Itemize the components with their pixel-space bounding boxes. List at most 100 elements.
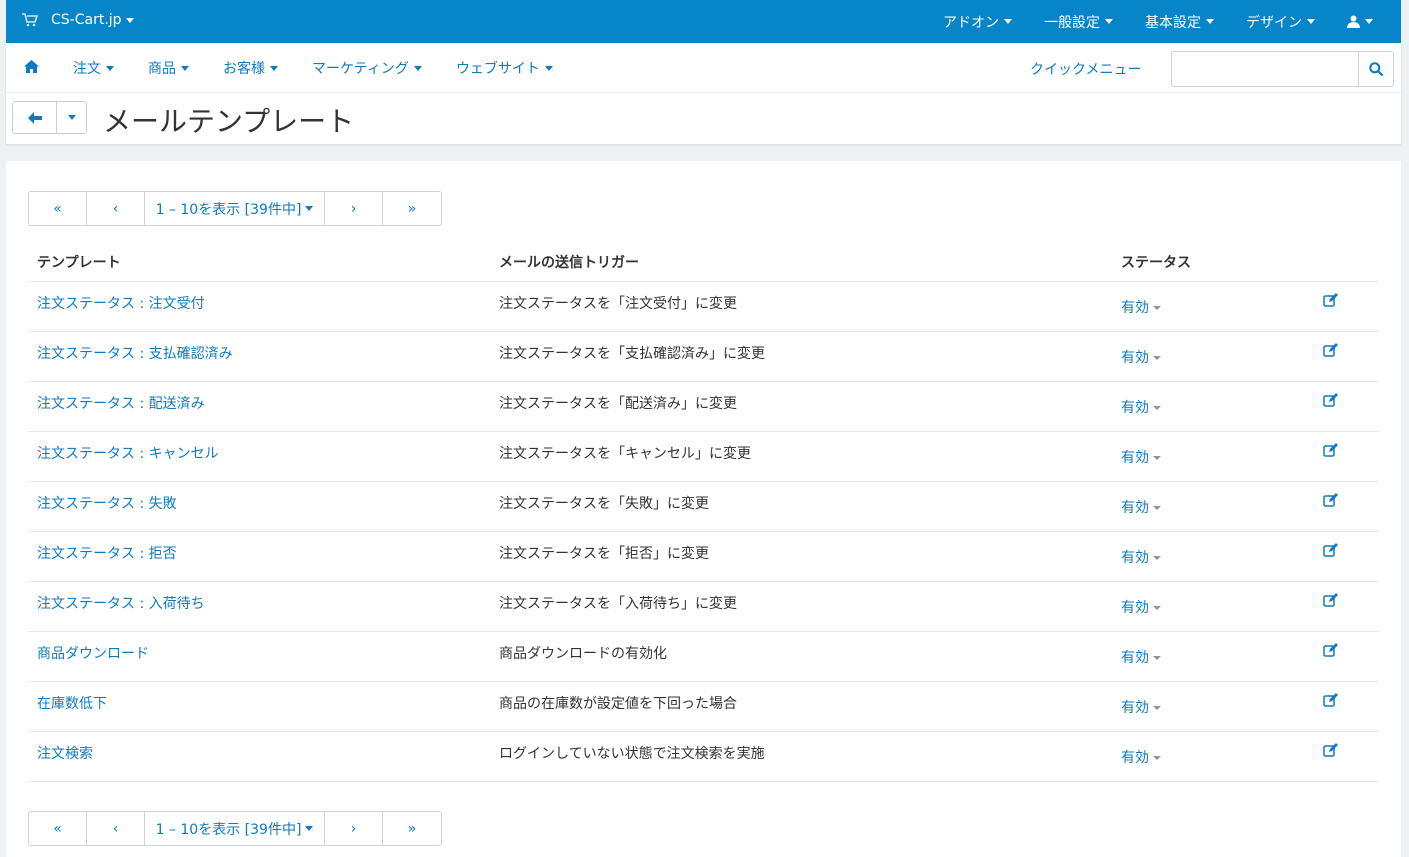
chevron-down-icon	[1153, 655, 1161, 660]
top-menu-general-settings[interactable]: 一般設定	[1028, 0, 1129, 43]
edit-icon[interactable]	[1323, 292, 1339, 311]
table-row: 注文ステータス : 配送済み 注文ステータスを「配送済み」に変更 有効	[28, 381, 1379, 432]
column-header-actions	[1304, 243, 1379, 282]
status-dropdown[interactable]: 有効	[1121, 400, 1161, 416]
search-button[interactable]	[1358, 52, 1393, 86]
chevron-down-icon	[1153, 605, 1161, 610]
template-link[interactable]: 注文ステータス : 配送済み	[37, 396, 205, 412]
search-input[interactable]	[1172, 52, 1358, 86]
top-menu-design[interactable]: デザイン	[1230, 0, 1331, 43]
template-link[interactable]: 注文ステータス : 注文受付	[37, 296, 205, 312]
status-dropdown[interactable]: 有効	[1121, 500, 1161, 516]
chevron-down-icon	[106, 65, 114, 71]
pagination-first-button[interactable]: «	[29, 192, 87, 225]
nav-item-products[interactable]: 商品	[131, 58, 206, 78]
nav-item-website[interactable]: ウェブサイト	[439, 58, 570, 78]
back-dropdown-button[interactable]	[57, 102, 86, 133]
table-row: 在庫数低下 商品の在庫数が設定値を下回った場合 有効	[28, 681, 1379, 732]
search-icon	[1369, 62, 1383, 76]
pagination-top: « ‹ 1 – 10を表示 [39件中] › »	[28, 191, 442, 226]
chevron-down-icon	[1153, 455, 1161, 460]
back-button[interactable]	[13, 102, 57, 133]
chevron-down-icon	[1153, 405, 1161, 410]
table-row: 注文ステータス : 支払確認済み 注文ステータスを「支払確認済み」に変更 有効	[28, 331, 1379, 382]
status-label: 有効	[1121, 399, 1149, 416]
status-dropdown[interactable]: 有効	[1121, 650, 1161, 666]
status-dropdown[interactable]: 有効	[1121, 300, 1161, 316]
status-label: 有効	[1121, 599, 1149, 616]
edit-icon[interactable]	[1323, 492, 1339, 511]
trigger-text: 注文ステータスを「支払確認済み」に変更	[490, 331, 1112, 382]
template-link[interactable]: 注文ステータス : 入荷待ち	[37, 596, 205, 612]
table-row: 注文ステータス : 注文受付 注文ステータスを「注文受付」に変更 有効	[28, 281, 1379, 332]
pagination-bottom: « ‹ 1 – 10を表示 [39件中] › »	[28, 811, 442, 846]
main-nav: 注文 商品 お客様 マーケティング ウェブサイト クイックメニュー	[6, 43, 1401, 93]
pagination-next-button[interactable]: ›	[325, 192, 383, 225]
nav-item-customers[interactable]: お客様	[206, 58, 295, 78]
pagination-last-button[interactable]: »	[383, 192, 441, 225]
chevron-down-icon	[1206, 19, 1214, 24]
pagination-range-dropdown[interactable]: 1 – 10を表示 [39件中]	[145, 812, 325, 845]
trigger-text: 商品ダウンロードの有効化	[490, 631, 1112, 682]
top-menu-addons[interactable]: アドオン	[927, 0, 1028, 43]
edit-icon[interactable]	[1323, 642, 1339, 661]
content-panel: « ‹ 1 – 10を表示 [39件中] › » テンプレート メールの送信トリ…	[6, 161, 1401, 857]
chevron-down-icon	[1105, 19, 1113, 24]
edit-icon[interactable]	[1323, 742, 1339, 761]
status-dropdown[interactable]: 有効	[1121, 550, 1161, 566]
pagination-last-button[interactable]: »	[383, 812, 441, 845]
top-menu-basic-settings[interactable]: 基本設定	[1129, 0, 1230, 43]
page-title: メールテンプレート	[103, 105, 355, 138]
nav-item-orders[interactable]: 注文	[56, 58, 131, 78]
table-row: 注文ステータス : キャンセル 注文ステータスを「キャンセル」に変更 有効	[28, 431, 1379, 482]
pagination-first-button[interactable]: «	[29, 812, 87, 845]
chevron-down-icon	[305, 206, 314, 211]
template-link[interactable]: 注文ステータス : 支払確認済み	[37, 346, 233, 362]
status-dropdown[interactable]: 有効	[1121, 350, 1161, 366]
chevron-down-icon	[1365, 19, 1373, 24]
brand-label: CS-Cart.jp	[51, 12, 122, 28]
nav-item-label: ウェブサイト	[455, 61, 540, 77]
status-dropdown[interactable]: 有効	[1121, 750, 1161, 766]
pagination-range-dropdown[interactable]: 1 – 10を表示 [39件中]	[145, 192, 325, 225]
top-menu-label: 基本設定	[1145, 14, 1201, 31]
pagination-prev-button[interactable]: ‹	[87, 812, 145, 845]
pagination-prev-button[interactable]: ‹	[87, 192, 145, 225]
chevron-down-icon	[305, 826, 314, 831]
edit-icon[interactable]	[1323, 392, 1339, 411]
home-icon[interactable]	[24, 60, 39, 77]
status-label: 有効	[1121, 349, 1149, 366]
search-box	[1171, 51, 1394, 87]
status-dropdown[interactable]: 有効	[1121, 700, 1161, 716]
status-dropdown[interactable]: 有効	[1121, 450, 1161, 466]
trigger-text: ログインしていない状態で注文検索を実施	[490, 731, 1112, 782]
edit-icon[interactable]	[1323, 592, 1339, 611]
quick-menu-link[interactable]: クイックメニュー	[1030, 59, 1141, 79]
chevron-down-icon	[181, 65, 189, 71]
trigger-text: 注文ステータスを「キャンセル」に変更	[490, 431, 1112, 482]
templates-table: テンプレート メールの送信トリガー ステータス 注文ステータス : 注文受付 注文…	[28, 243, 1379, 782]
top-menu-label: デザイン	[1246, 14, 1302, 31]
user-menu[interactable]	[1331, 0, 1401, 43]
nav-item-marketing[interactable]: マーケティング	[295, 58, 439, 78]
edit-icon[interactable]	[1323, 692, 1339, 711]
edit-icon[interactable]	[1323, 342, 1339, 361]
template-link[interactable]: 在庫数低下	[37, 696, 107, 712]
template-link[interactable]: 注文ステータス : 失敗	[37, 496, 177, 512]
edit-icon[interactable]	[1323, 442, 1339, 461]
template-link[interactable]: 注文検索	[37, 746, 93, 762]
status-dropdown[interactable]: 有効	[1121, 600, 1161, 616]
template-link[interactable]: 商品ダウンロード	[37, 646, 149, 662]
table-row: 注文ステータス : 入荷待ち 注文ステータスを「入荷待ち」に変更 有効	[28, 581, 1379, 632]
edit-icon[interactable]	[1323, 542, 1339, 561]
status-label: 有効	[1121, 699, 1149, 716]
brand-menu[interactable]: CS-Cart.jp	[22, 12, 134, 28]
status-label: 有効	[1121, 649, 1149, 666]
table-header-row: テンプレート メールの送信トリガー ステータス	[28, 243, 1379, 282]
column-header-status: ステータス	[1112, 243, 1304, 282]
column-header-template: テンプレート	[28, 243, 490, 282]
template-link[interactable]: 注文ステータス : キャンセル	[37, 446, 219, 462]
template-link[interactable]: 注文ステータス : 拒否	[37, 546, 177, 562]
pagination-next-button[interactable]: ›	[325, 812, 383, 845]
trigger-text: 注文ステータスを「拒否」に変更	[490, 531, 1112, 582]
